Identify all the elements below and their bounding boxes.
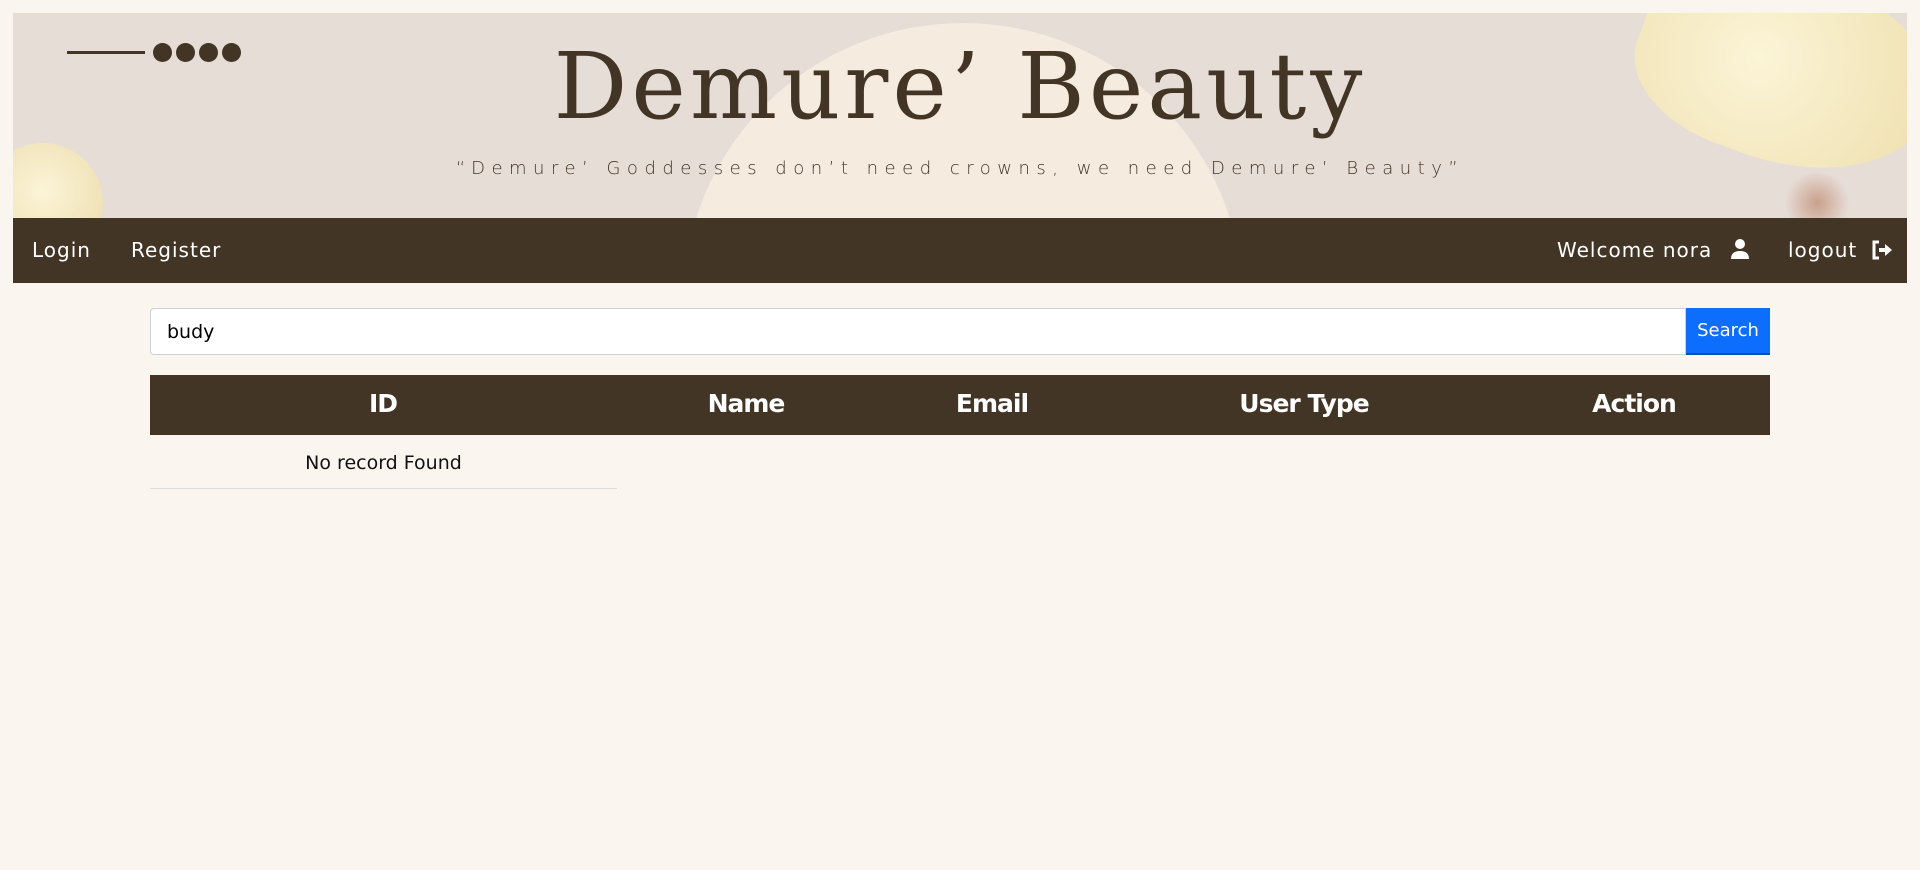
table-header: ID Name Email User Type Action [150,375,1770,435]
column-header-user-type: User Type [1239,389,1369,418]
column-header-email: Email [955,389,1029,418]
powder-image [1782,173,1852,218]
nav-logout-link[interactable]: logout [1788,238,1893,262]
empty-row-message: No record Found [150,440,617,489]
cream-swirl-image [13,143,103,218]
search-button[interactable]: Search [1686,308,1770,355]
sign-out-icon [1872,240,1892,260]
header-banner: Demure’ Beauty “Demure’ Goddesses don’t … [13,13,1907,218]
nav-welcome-link[interactable]: Welcome nora [1557,238,1750,262]
site-tagline: “Demure’ Goddesses don’t need crowns, we… [455,158,1465,179]
search-input[interactable] [150,308,1686,355]
search-form: Search [150,308,1770,355]
column-header-name: Name [707,389,786,418]
nav-register-link[interactable]: Register [131,238,221,262]
nav-login-link[interactable]: Login [32,238,91,262]
user-icon [1730,239,1749,259]
column-header-action: Action [1592,389,1677,418]
logout-text: logout [1788,238,1858,262]
column-header-id: ID [368,389,398,418]
welcome-text: Welcome nora [1557,238,1713,262]
navbar: Login Register Welcome nora logout [13,218,1907,283]
site-title: Demure’ Beauty [553,33,1367,140]
